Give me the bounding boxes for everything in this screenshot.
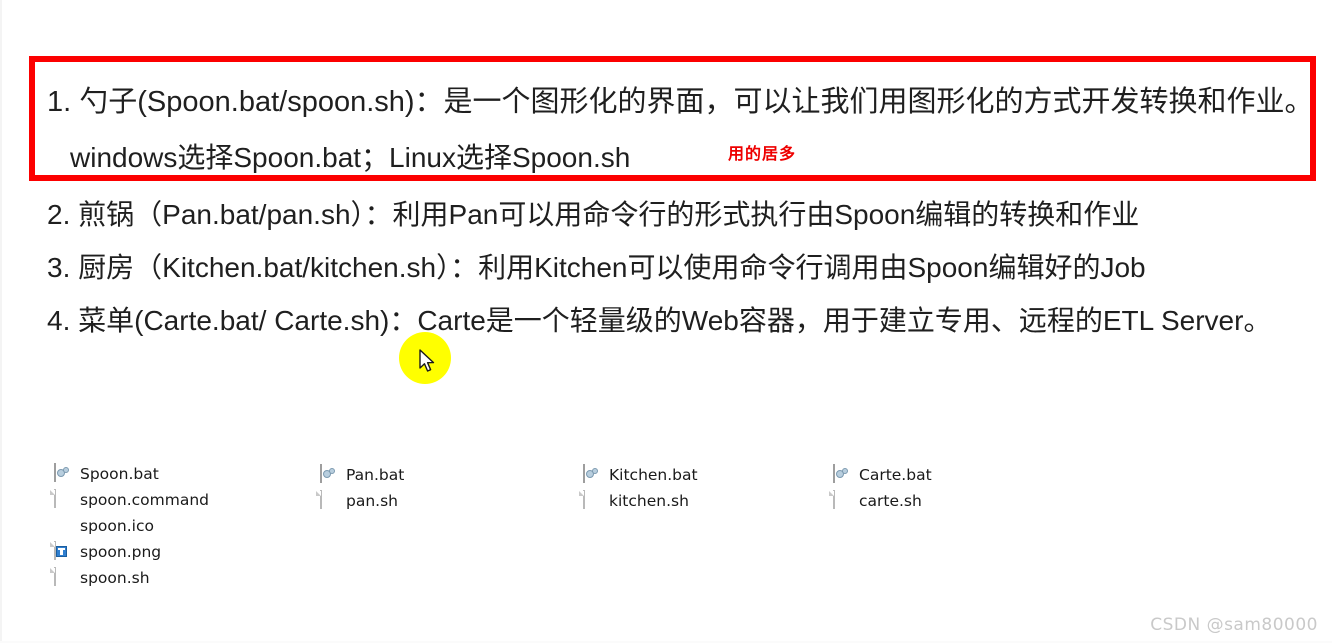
file-row[interactable]: spoon.png [54, 539, 209, 565]
list-item-3-text: 厨房（Kitchen.bat/kitchen.sh）：利用Kitchen可以使用… [78, 252, 1146, 283]
blank-document-icon [320, 490, 337, 511]
bat-script-icon [54, 463, 71, 484]
list-item-1-line-2: windows选择Spoon.bat；Linux选择Spoon.sh [70, 142, 631, 173]
file-row[interactable]: Spoon.bat [54, 461, 209, 487]
list-item-1-text: 勺子(Spoon.bat/spoon.sh)：是一个图形化的界面，可以让我们用图… [79, 86, 1314, 118]
red-annotation-text: 用的居多 [728, 144, 797, 163]
file-row[interactable]: Pan.bat [320, 462, 404, 488]
file-name-label: pan.sh [346, 492, 398, 510]
bat-script-icon [320, 464, 337, 485]
file-row[interactable]: pan.sh [320, 488, 404, 514]
file-column-kitchen: Kitchen.bat kitchen.sh [583, 462, 698, 514]
blank-document-icon [54, 567, 71, 588]
file-name-label: kitchen.sh [609, 492, 689, 510]
file-column-carte: Carte.bat carte.sh [833, 462, 932, 514]
file-name-label: Carte.bat [859, 466, 932, 484]
ico-image-icon [47, 509, 71, 536]
blank-document-icon [583, 490, 600, 511]
file-name-label: spoon.command [80, 491, 209, 509]
file-name-label: spoon.ico [80, 517, 154, 535]
list-item-2-text: 煎锅（Pan.bat/pan.sh）：利用Pan可以用命令行的形式执行由Spoo… [78, 199, 1140, 230]
list-item-1-line-1: 1. 勺子(Spoon.bat/spoon.sh)：是一个图形化的界面，可以让我… [47, 78, 1314, 120]
list-item-2-number: 2. [47, 199, 71, 230]
file-row[interactable]: spoon.sh [54, 565, 209, 591]
page-left-edge [0, 0, 2, 643]
png-image-icon [54, 541, 71, 562]
file-row[interactable]: carte.sh [833, 488, 932, 514]
file-row[interactable]: kitchen.sh [583, 488, 698, 514]
blank-document-icon [833, 490, 850, 511]
file-column-spoon: Spoon.bat spoon.command spoon.ico spoon.… [47, 461, 209, 591]
file-row[interactable]: spoon.ico [47, 509, 209, 539]
file-name-label: carte.sh [859, 492, 922, 510]
list-item-4-text: 菜单(Carte.bat/ Carte.sh)：Carte是一个轻量级的Web容… [78, 305, 1272, 336]
file-row[interactable]: spoon.command [54, 487, 209, 513]
bat-script-icon [583, 464, 600, 485]
list-item-4-number: 4. [47, 305, 71, 336]
file-row[interactable]: Kitchen.bat [583, 462, 698, 488]
list-item-2: 2. 煎锅（Pan.bat/pan.sh）：利用Pan可以用命令行的形式执行由S… [47, 193, 1139, 233]
file-name-label: Pan.bat [346, 466, 405, 484]
file-name-label: Spoon.bat [80, 465, 159, 483]
blank-document-icon [54, 489, 71, 510]
bat-script-icon [833, 464, 850, 485]
mouse-cursor-icon [419, 349, 435, 372]
csdn-watermark: CSDN @sam80000 [1150, 615, 1318, 635]
list-item-4: 4. 菜单(Carte.bat/ Carte.sh)：Carte是一个轻量级的W… [47, 299, 1271, 339]
file-column-pan: Pan.bat pan.sh [320, 462, 404, 514]
file-row[interactable]: Carte.bat [833, 462, 932, 488]
file-name-label: spoon.png [80, 543, 162, 561]
list-item-1-number: 1. [47, 86, 72, 118]
file-name-label: spoon.sh [80, 569, 150, 587]
file-name-label: Kitchen.bat [609, 466, 698, 484]
list-item-3-number: 3. [47, 252, 71, 283]
list-item-3: 3. 厨房（Kitchen.bat/kitchen.sh）：利用Kitchen可… [47, 246, 1146, 286]
